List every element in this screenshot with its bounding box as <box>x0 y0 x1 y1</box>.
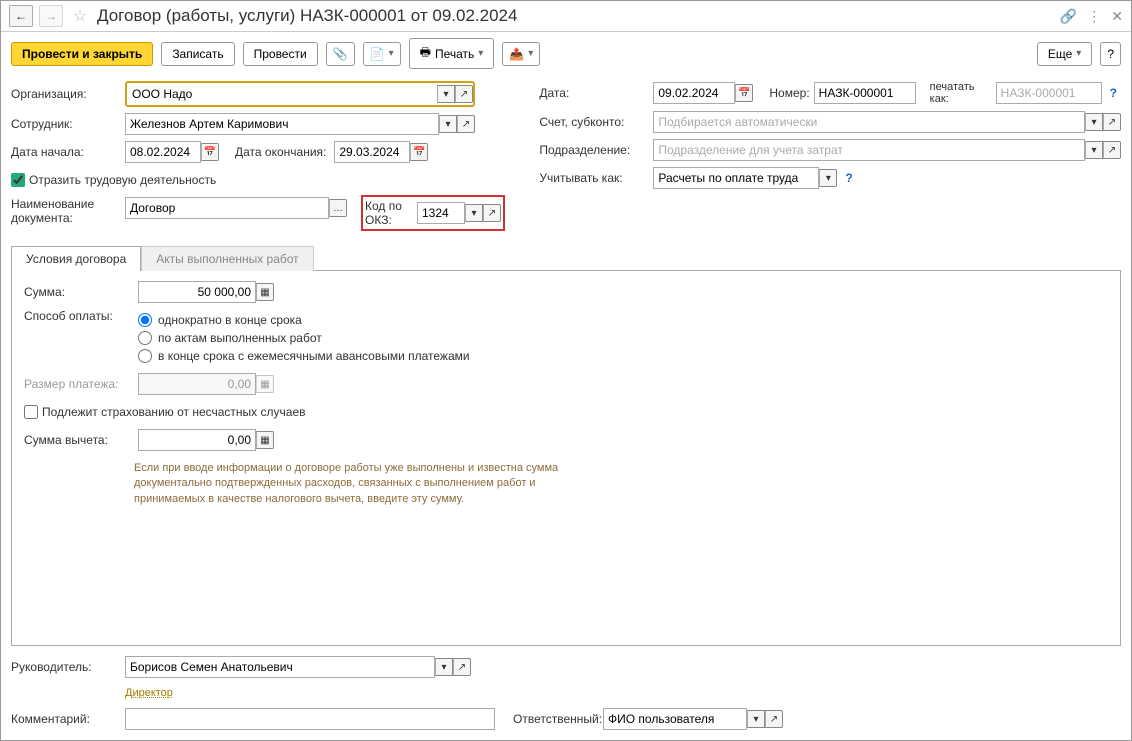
employee-dropdown-button[interactable]: ▾ <box>439 115 457 133</box>
docname-input[interactable] <box>125 197 329 219</box>
account-as-input[interactable] <box>653 167 819 189</box>
paymode-acts-label: по актам выполненных работ <box>158 331 322 345</box>
okz-label: Код по ОКЗ: <box>365 199 413 227</box>
save-button[interactable]: Записать <box>161 42 234 66</box>
okz-input[interactable] <box>417 202 465 224</box>
sum-calc-button[interactable]: ▦ <box>256 283 274 301</box>
close-icon[interactable]: ✕ <box>1111 8 1123 25</box>
link-icon[interactable]: 🔗 <box>1060 8 1077 25</box>
help-button[interactable]: ? <box>1100 42 1121 66</box>
number-input[interactable] <box>814 82 916 104</box>
end-date-calendar-button[interactable] <box>410 143 428 161</box>
account-open-button[interactable]: ↗ <box>1103 113 1121 131</box>
end-date-label: Дата окончания: <box>235 145 326 159</box>
account-as-dropdown-button[interactable]: ▾ <box>819 169 837 187</box>
insurance-label: Подлежит страхованию от несчастных случа… <box>42 405 306 419</box>
post-close-button[interactable]: Провести и закрыть <box>11 42 153 66</box>
start-date-input[interactable] <box>125 141 201 163</box>
org-input[interactable] <box>127 83 437 105</box>
responsible-input[interactable] <box>603 708 747 730</box>
docname-label: Наименование документа: <box>11 197 121 225</box>
number-label: Номер: <box>769 86 809 100</box>
responsible-dropdown-button[interactable]: ▾ <box>747 710 765 728</box>
printas-help-icon[interactable]: ? <box>1106 86 1121 100</box>
manager-label: Руководитель: <box>11 660 121 674</box>
print-dropdown-button[interactable]: 🖶 Печать ▾ <box>409 38 495 69</box>
start-date-label: Дата начала: <box>11 145 121 159</box>
emp-label: Сотрудник: <box>11 117 121 131</box>
manager-dropdown-button[interactable]: ▾ <box>435 658 453 676</box>
payment-size-label: Размер платежа: <box>24 377 134 391</box>
account-label: Счет, субконто: <box>539 115 649 129</box>
reflect-activity-label: Отразить трудовую деятельность <box>29 173 216 187</box>
copy-dropdown-button[interactable]: 📄 ▾ <box>363 42 401 66</box>
deduction-calc-button[interactable]: ▦ <box>256 431 274 449</box>
tab-acts[interactable]: Акты выполненных работ <box>141 246 313 271</box>
misc-dropdown-button[interactable]: 📤 ▾ <box>502 42 540 66</box>
date-input[interactable] <box>653 82 735 104</box>
deduction-hint: Если при вводе информации о договоре раб… <box>24 457 584 507</box>
more-button[interactable]: Еще ▾ <box>1037 42 1092 66</box>
window-title: Договор (работы, услуги) НАЗК-000001 от … <box>97 6 517 26</box>
sum-label: Сумма: <box>24 285 134 299</box>
employee-open-button[interactable]: ↗ <box>457 115 475 133</box>
insurance-checkbox[interactable] <box>24 405 38 419</box>
paymode-acts-radio[interactable] <box>138 331 152 345</box>
nav-back-button[interactable]: ← <box>9 5 33 27</box>
account-input[interactable] <box>653 111 1085 133</box>
sum-input[interactable] <box>138 281 256 303</box>
post-button[interactable]: Провести <box>243 42 318 66</box>
paymode-label: Способ оплаты: <box>24 309 134 323</box>
account-as-label: Учитывать как: <box>539 171 649 185</box>
manager-role-link[interactable]: Директор <box>125 687 173 699</box>
start-date-calendar-button[interactable] <box>201 143 219 161</box>
printas-input[interactable] <box>996 82 1102 104</box>
org-label: Организация: <box>11 87 121 101</box>
attach-button[interactable]: 📎 <box>326 42 355 66</box>
org-dropdown-button[interactable]: ▾ <box>437 85 455 103</box>
employee-input[interactable] <box>125 113 439 135</box>
deduction-label: Сумма вычета: <box>24 433 134 447</box>
nav-forward-button[interactable]: → <box>39 5 63 27</box>
printas-label: печатать как: <box>930 81 992 105</box>
dept-open-button[interactable]: ↗ <box>1103 141 1121 159</box>
paymode-once-radio[interactable] <box>138 313 152 327</box>
comment-input[interactable] <box>125 708 495 730</box>
payment-size-calc-button: ▦ <box>256 375 274 393</box>
responsible-open-button[interactable]: ↗ <box>765 710 783 728</box>
end-date-input[interactable] <box>334 141 410 163</box>
manager-open-button[interactable]: ↗ <box>453 658 471 676</box>
favorite-star-icon[interactable]: ☆ <box>69 5 91 27</box>
okz-open-button[interactable]: ↗ <box>483 204 501 222</box>
manager-input[interactable] <box>125 656 435 678</box>
dept-input[interactable] <box>653 139 1085 161</box>
date-label: Дата: <box>539 86 649 100</box>
tab-terms[interactable]: Условия договора <box>11 246 141 271</box>
dept-label: Подразделение: <box>539 143 649 157</box>
paymode-advance-radio[interactable] <box>138 349 152 363</box>
account-dropdown-button[interactable]: ▾ <box>1085 113 1103 131</box>
account-as-help-icon[interactable]: ? <box>841 171 856 185</box>
responsible-label: Ответственный: <box>513 712 599 726</box>
deduction-input[interactable] <box>138 429 256 451</box>
kebab-menu-icon[interactable]: ⋮ <box>1087 8 1101 25</box>
okz-dropdown-button[interactable]: ▾ <box>465 204 483 222</box>
reflect-activity-checkbox[interactable] <box>11 173 25 187</box>
print-icon: 🖶 <box>420 43 431 64</box>
comment-label: Комментарий: <box>11 712 121 726</box>
paymode-once-label: однократно в конце срока <box>158 313 302 327</box>
date-calendar-button[interactable] <box>735 84 753 102</box>
dept-dropdown-button[interactable]: ▾ <box>1085 141 1103 159</box>
docname-picker-button[interactable]: … <box>329 199 347 217</box>
payment-size-input <box>138 373 256 395</box>
org-open-button[interactable]: ↗ <box>455 85 473 103</box>
paymode-advance-label: в конце срока с ежемесячными авансовыми … <box>158 349 470 363</box>
